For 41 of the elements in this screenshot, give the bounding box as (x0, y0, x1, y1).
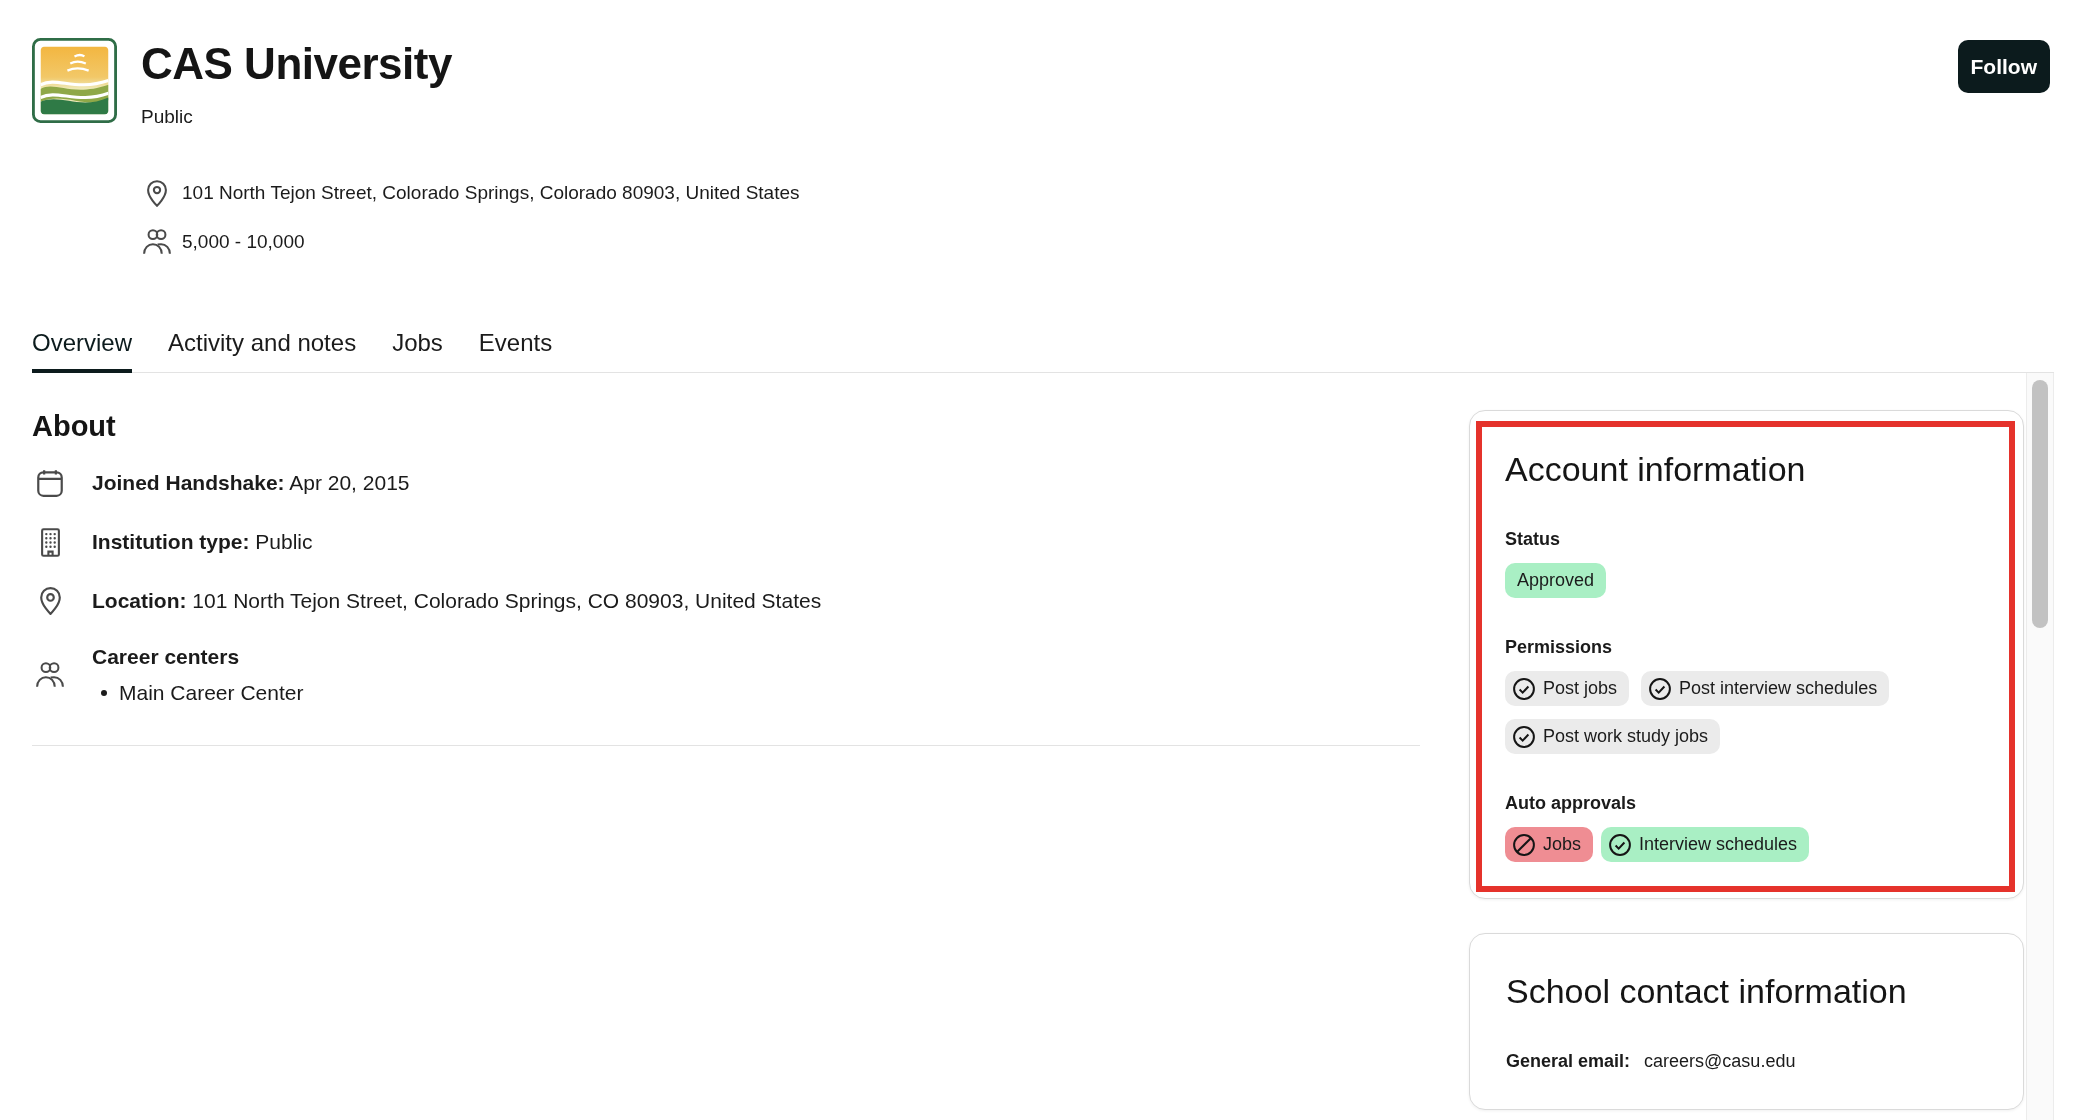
people-icon (36, 662, 64, 688)
location-pin-icon (147, 179, 167, 207)
email-address: careers@casu.edu (1644, 1050, 1796, 1073)
tab[interactable]: Jobs (392, 321, 443, 373)
field-label: Status (1505, 528, 1561, 551)
card-title: Account information (1505, 449, 1807, 490)
chip-label: Post work study jobs (1543, 726, 1709, 747)
section-heading: About (32, 409, 117, 444)
employee-count: 5,000 - 10,000 (182, 231, 305, 253)
card-title: School contact information (1506, 971, 1908, 1012)
bullet-icon (101, 690, 107, 696)
institution-type: Public (141, 105, 194, 129)
career-center-name: Main Career Center (119, 680, 304, 706)
chip-label: Post interview schedules (1679, 678, 1878, 699)
prohibited-icon (1513, 833, 1535, 856)
detail-text: Location: 101 North Tejon Street, Colorado Springs, CO 80903, United States (92, 588, 822, 614)
chip-label: Interview schedules (1639, 834, 1798, 855)
field-label: Permissions (1505, 636, 1614, 659)
career-centers-label: Career centers (92, 644, 241, 670)
chip-label: Post jobs (1543, 678, 1618, 699)
calendar-icon (37, 469, 63, 497)
follow-button[interactable]: Follow (1957, 40, 2050, 93)
detail-text: Joined Handshake: Apr 20, 2015 (92, 470, 410, 496)
field-label: General email: (1506, 1050, 1631, 1073)
university-name: CAS University (141, 38, 453, 90)
tab[interactable]: Activity and notes (168, 321, 357, 373)
chip-label: Jobs (1543, 834, 1582, 855)
building-icon (40, 527, 60, 557)
scrollbar-thumb[interactable] (2032, 380, 2048, 628)
check-circle-icon (1513, 677, 1535, 700)
tab[interactable]: Events (478, 321, 553, 373)
tab[interactable]: Overview (32, 321, 133, 373)
people-icon (143, 229, 171, 255)
detail-text: Institution type: Public (92, 529, 313, 555)
check-circle-icon (1513, 725, 1535, 748)
location-pin-icon (39, 587, 61, 615)
check-circle-icon (1609, 833, 1632, 856)
check-circle-icon (1649, 677, 1672, 700)
status-badge: Approved (1505, 563, 1607, 598)
field-label: Auto approvals (1505, 792, 1638, 815)
address-text: 101 North Tejon Street, Colorado Springs, Colorado 80903, United States (182, 182, 800, 204)
